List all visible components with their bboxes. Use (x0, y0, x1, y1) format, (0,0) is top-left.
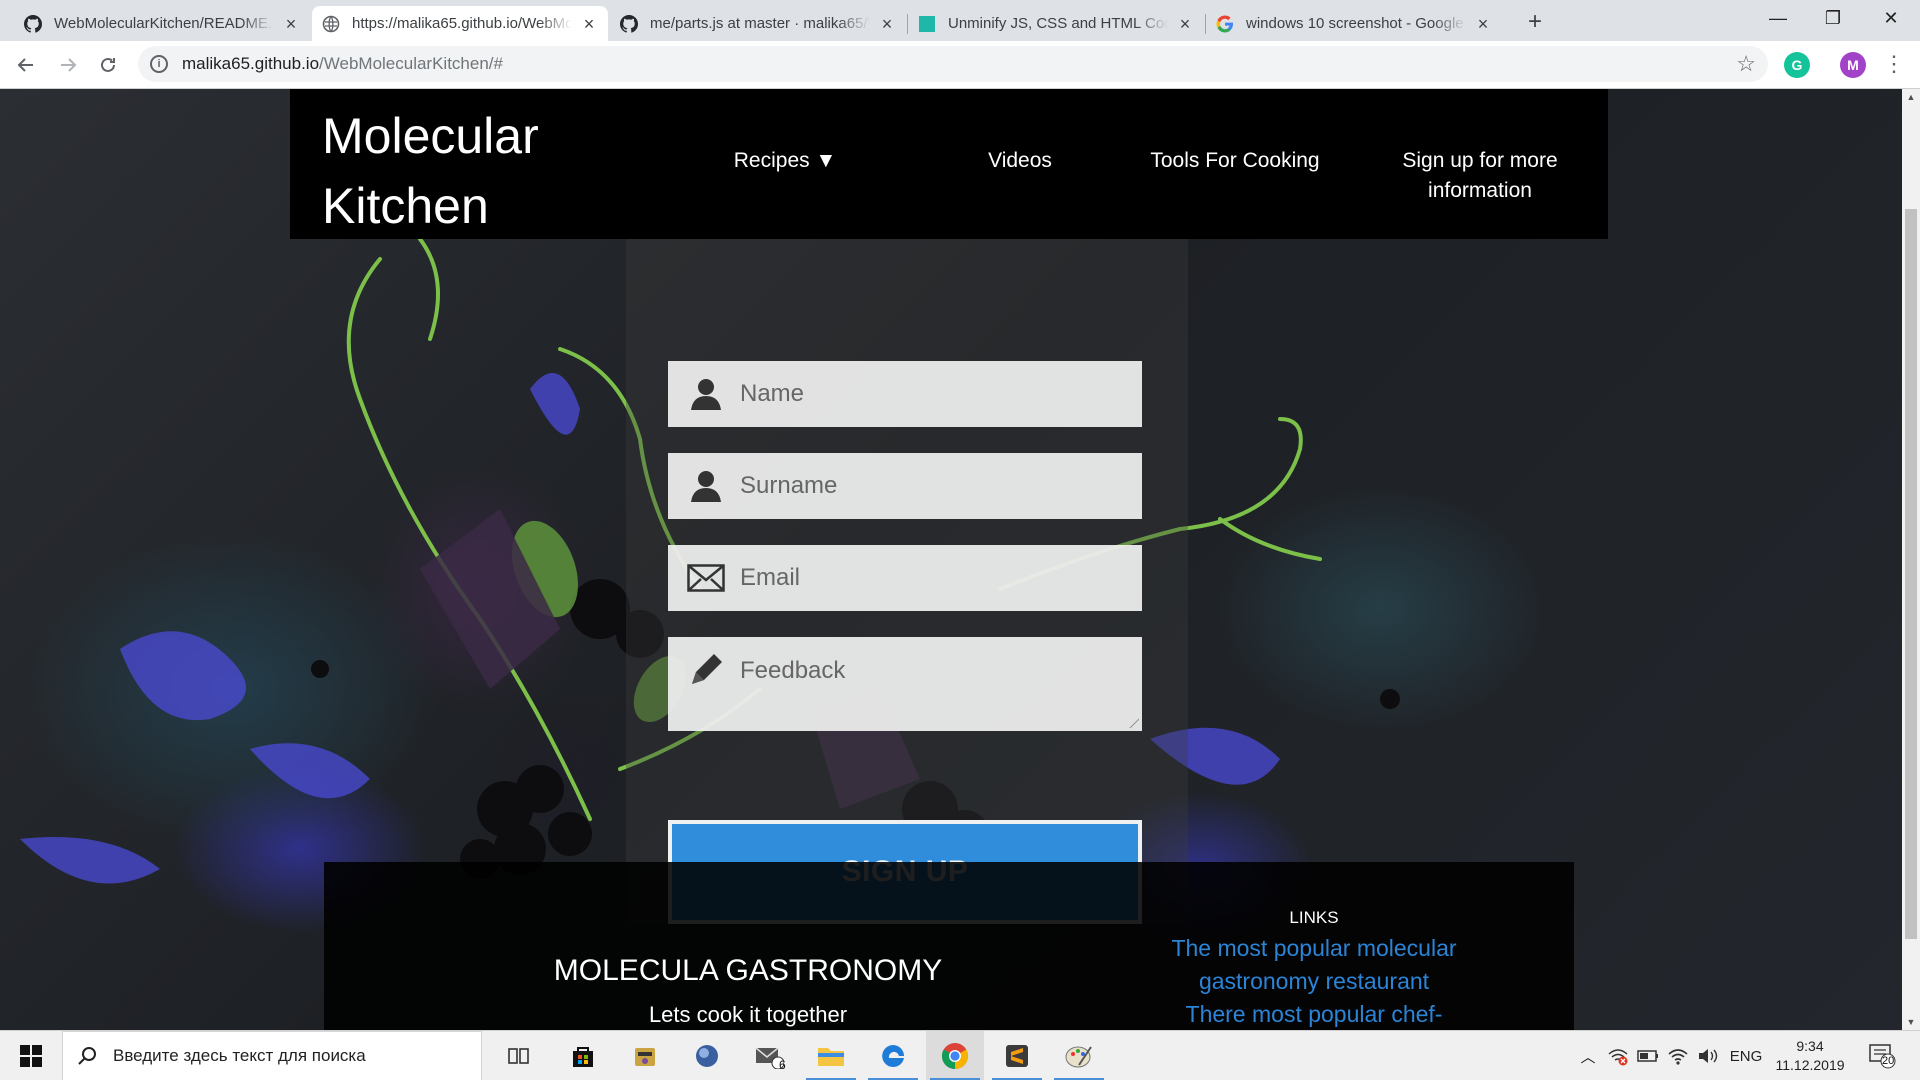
github-icon (24, 14, 42, 33)
scroll-up-arrow-icon[interactable]: ▲ (1902, 89, 1920, 105)
site-logo[interactable]: Molecular Kitchen (322, 101, 539, 241)
windows-taskbar: Введите здесь текст для поиска 6 ︿ ENG 9… (0, 1030, 1920, 1080)
close-tab-icon[interactable]: × (580, 15, 598, 33)
tab-title: Unminify JS, CSS and HTML Code (948, 15, 1168, 32)
user-icon (686, 466, 726, 506)
search-icon (78, 1047, 96, 1065)
battery-icon[interactable] (1634, 1031, 1662, 1080)
surname-placeholder: Surname (740, 472, 838, 499)
archive-app-icon[interactable] (616, 1031, 674, 1080)
google-icon (1216, 15, 1234, 33)
mail-app-icon[interactable]: 6 (740, 1031, 798, 1080)
search-placeholder: Введите здесь текст для поиска (113, 1046, 366, 1065)
taskbar-clock[interactable]: 9:34 11.12.2019 (1770, 1037, 1850, 1075)
site-footer: MOLECULA GASTRONOMY Lets cook it togethe… (324, 862, 1574, 1030)
email-field[interactable]: Email (668, 545, 1142, 611)
clock-date: 11.12.2019 (1775, 1057, 1845, 1073)
tab-parts-js[interactable]: me/parts.js at master · malika65/WebMole… (610, 6, 906, 41)
wifi-icon[interactable] (1664, 1031, 1692, 1080)
start-button[interactable] (0, 1031, 62, 1080)
task-view-icon[interactable] (490, 1031, 548, 1080)
profile-avatar[interactable]: M (1840, 52, 1866, 78)
new-tab-button[interactable]: + (1521, 9, 1549, 37)
footer-tagline: Lets cook it together (648, 1002, 848, 1027)
url-text: malika65.github.io/WebMolecularKitchen/# (182, 54, 503, 73)
maximize-button[interactable]: ❐ (1808, 0, 1858, 36)
scrollbar-thumb[interactable] (1905, 209, 1917, 939)
file-explorer-icon[interactable] (802, 1031, 860, 1080)
tab-title: WebMolecularKitchen/README.md at master … (54, 15, 274, 32)
browser-globe-app-icon[interactable] (678, 1031, 736, 1080)
tab-title: https://malika65.github.io/WebMolecularK… (352, 15, 572, 32)
teal-square-icon (918, 15, 936, 33)
edge-icon[interactable] (864, 1031, 922, 1080)
tab-title: windows 10 screenshot - Google Search (1246, 15, 1466, 32)
arrow-right-icon (61, 58, 77, 72)
close-window-button[interactable]: ✕ (1866, 0, 1916, 36)
envelope-icon (686, 558, 726, 598)
language-indicator[interactable]: ENG (1726, 1031, 1766, 1080)
back-button[interactable] (12, 51, 40, 79)
page-scrollbar[interactable]: ▲ ▼ (1902, 89, 1920, 1030)
name-field[interactable]: Name (668, 361, 1142, 427)
scroll-down-arrow-icon[interactable]: ▼ (1902, 1014, 1920, 1030)
github-icon (620, 14, 638, 33)
site-header: Molecular Kitchen Recipes ▼ Videos Tools… (290, 89, 1608, 239)
page-viewport: Molecular Kitchen Recipes ▼ Videos Tools… (0, 89, 1902, 1030)
surname-field[interactable]: Surname (668, 453, 1142, 519)
tab-unminify[interactable]: Unminify JS, CSS and HTML Code × (908, 6, 1204, 41)
name-placeholder: Name (740, 380, 805, 407)
chrome-icon[interactable] (926, 1031, 984, 1080)
close-tab-icon[interactable]: × (1176, 15, 1194, 33)
info-icon[interactable]: i (150, 55, 168, 73)
notifications-icon[interactable]: 20 (1862, 1031, 1902, 1080)
network-error-icon[interactable] (1604, 1031, 1632, 1080)
notifications-count: 20 (1882, 1055, 1895, 1067)
nav-tools-for-cooking[interactable]: Tools For Cooking (1135, 146, 1335, 176)
tray-expand-chevron-icon[interactable]: ︿ (1576, 1031, 1600, 1080)
browser-toolbar: i malika65.github.io/WebMolecularKitchen… (0, 41, 1920, 89)
nav-videos[interactable]: Videos (950, 146, 1090, 176)
bookmark-star-icon[interactable]: ☆ (1736, 51, 1756, 77)
address-bar[interactable]: i malika65.github.io/WebMolecularKitchen… (138, 46, 1768, 82)
close-tab-icon[interactable]: × (1474, 15, 1492, 33)
tab-readme[interactable]: WebMolecularKitchen/README.md at master … (14, 6, 310, 41)
email-placeholder: Email (740, 564, 801, 591)
feedback-textarea[interactable]: Feedback (668, 637, 1142, 731)
nav-recipes-dropdown[interactable]: Recipes ▼ (700, 146, 870, 176)
store-icon[interactable] (554, 1031, 612, 1080)
resize-handle-icon[interactable] (1129, 718, 1139, 728)
footer-link-restaurant[interactable]: The most popular molecular gastronomy re… (1124, 932, 1504, 998)
arrow-left-icon (17, 58, 33, 72)
close-tab-icon[interactable]: × (878, 15, 896, 33)
taskbar-search[interactable]: Введите здесь текст для поиска (62, 1031, 482, 1080)
tab-strip: WebMolecularKitchen/README.md at master … (0, 0, 1920, 41)
pencil-icon (686, 650, 726, 690)
tab-title: me/parts.js at master · malika65/WebMole… (650, 15, 870, 32)
nav-sign-up[interactable]: Sign up for more information (1380, 146, 1580, 206)
reload-button[interactable] (94, 51, 122, 79)
menu-kebab-icon[interactable]: ⋮ (1880, 51, 1908, 79)
feedback-placeholder: Feedback (740, 657, 846, 684)
paint-app-icon[interactable] (1050, 1031, 1108, 1080)
user-icon (686, 374, 726, 414)
close-tab-icon[interactable]: × (282, 15, 300, 33)
signup-form: Name Surname Email Feedback SIGN UP (626, 239, 1188, 924)
reload-icon (101, 57, 115, 72)
minimize-button[interactable]: — (1753, 0, 1803, 36)
footer-title: MOLECULA GASTRONOMY (553, 954, 943, 987)
footer-links-heading: LINKS (1289, 908, 1339, 927)
mail-badge-count: 6 (779, 1058, 786, 1072)
windows-logo-icon (20, 1045, 42, 1067)
grammarly-icon[interactable]: G (1784, 52, 1810, 78)
footer-link-chef[interactable]: There most popular chef- (1124, 998, 1504, 1030)
globe-icon (322, 15, 340, 33)
clock-time: 9:34 (1796, 1038, 1824, 1054)
sublime-text-icon[interactable] (988, 1031, 1046, 1080)
tab-active-site[interactable]: https://malika65.github.io/WebMolecularK… (312, 6, 608, 41)
tab-google-search[interactable]: windows 10 screenshot - Google Search × (1206, 6, 1502, 41)
volume-icon[interactable] (1694, 1031, 1722, 1080)
forward-button[interactable] (54, 51, 82, 79)
